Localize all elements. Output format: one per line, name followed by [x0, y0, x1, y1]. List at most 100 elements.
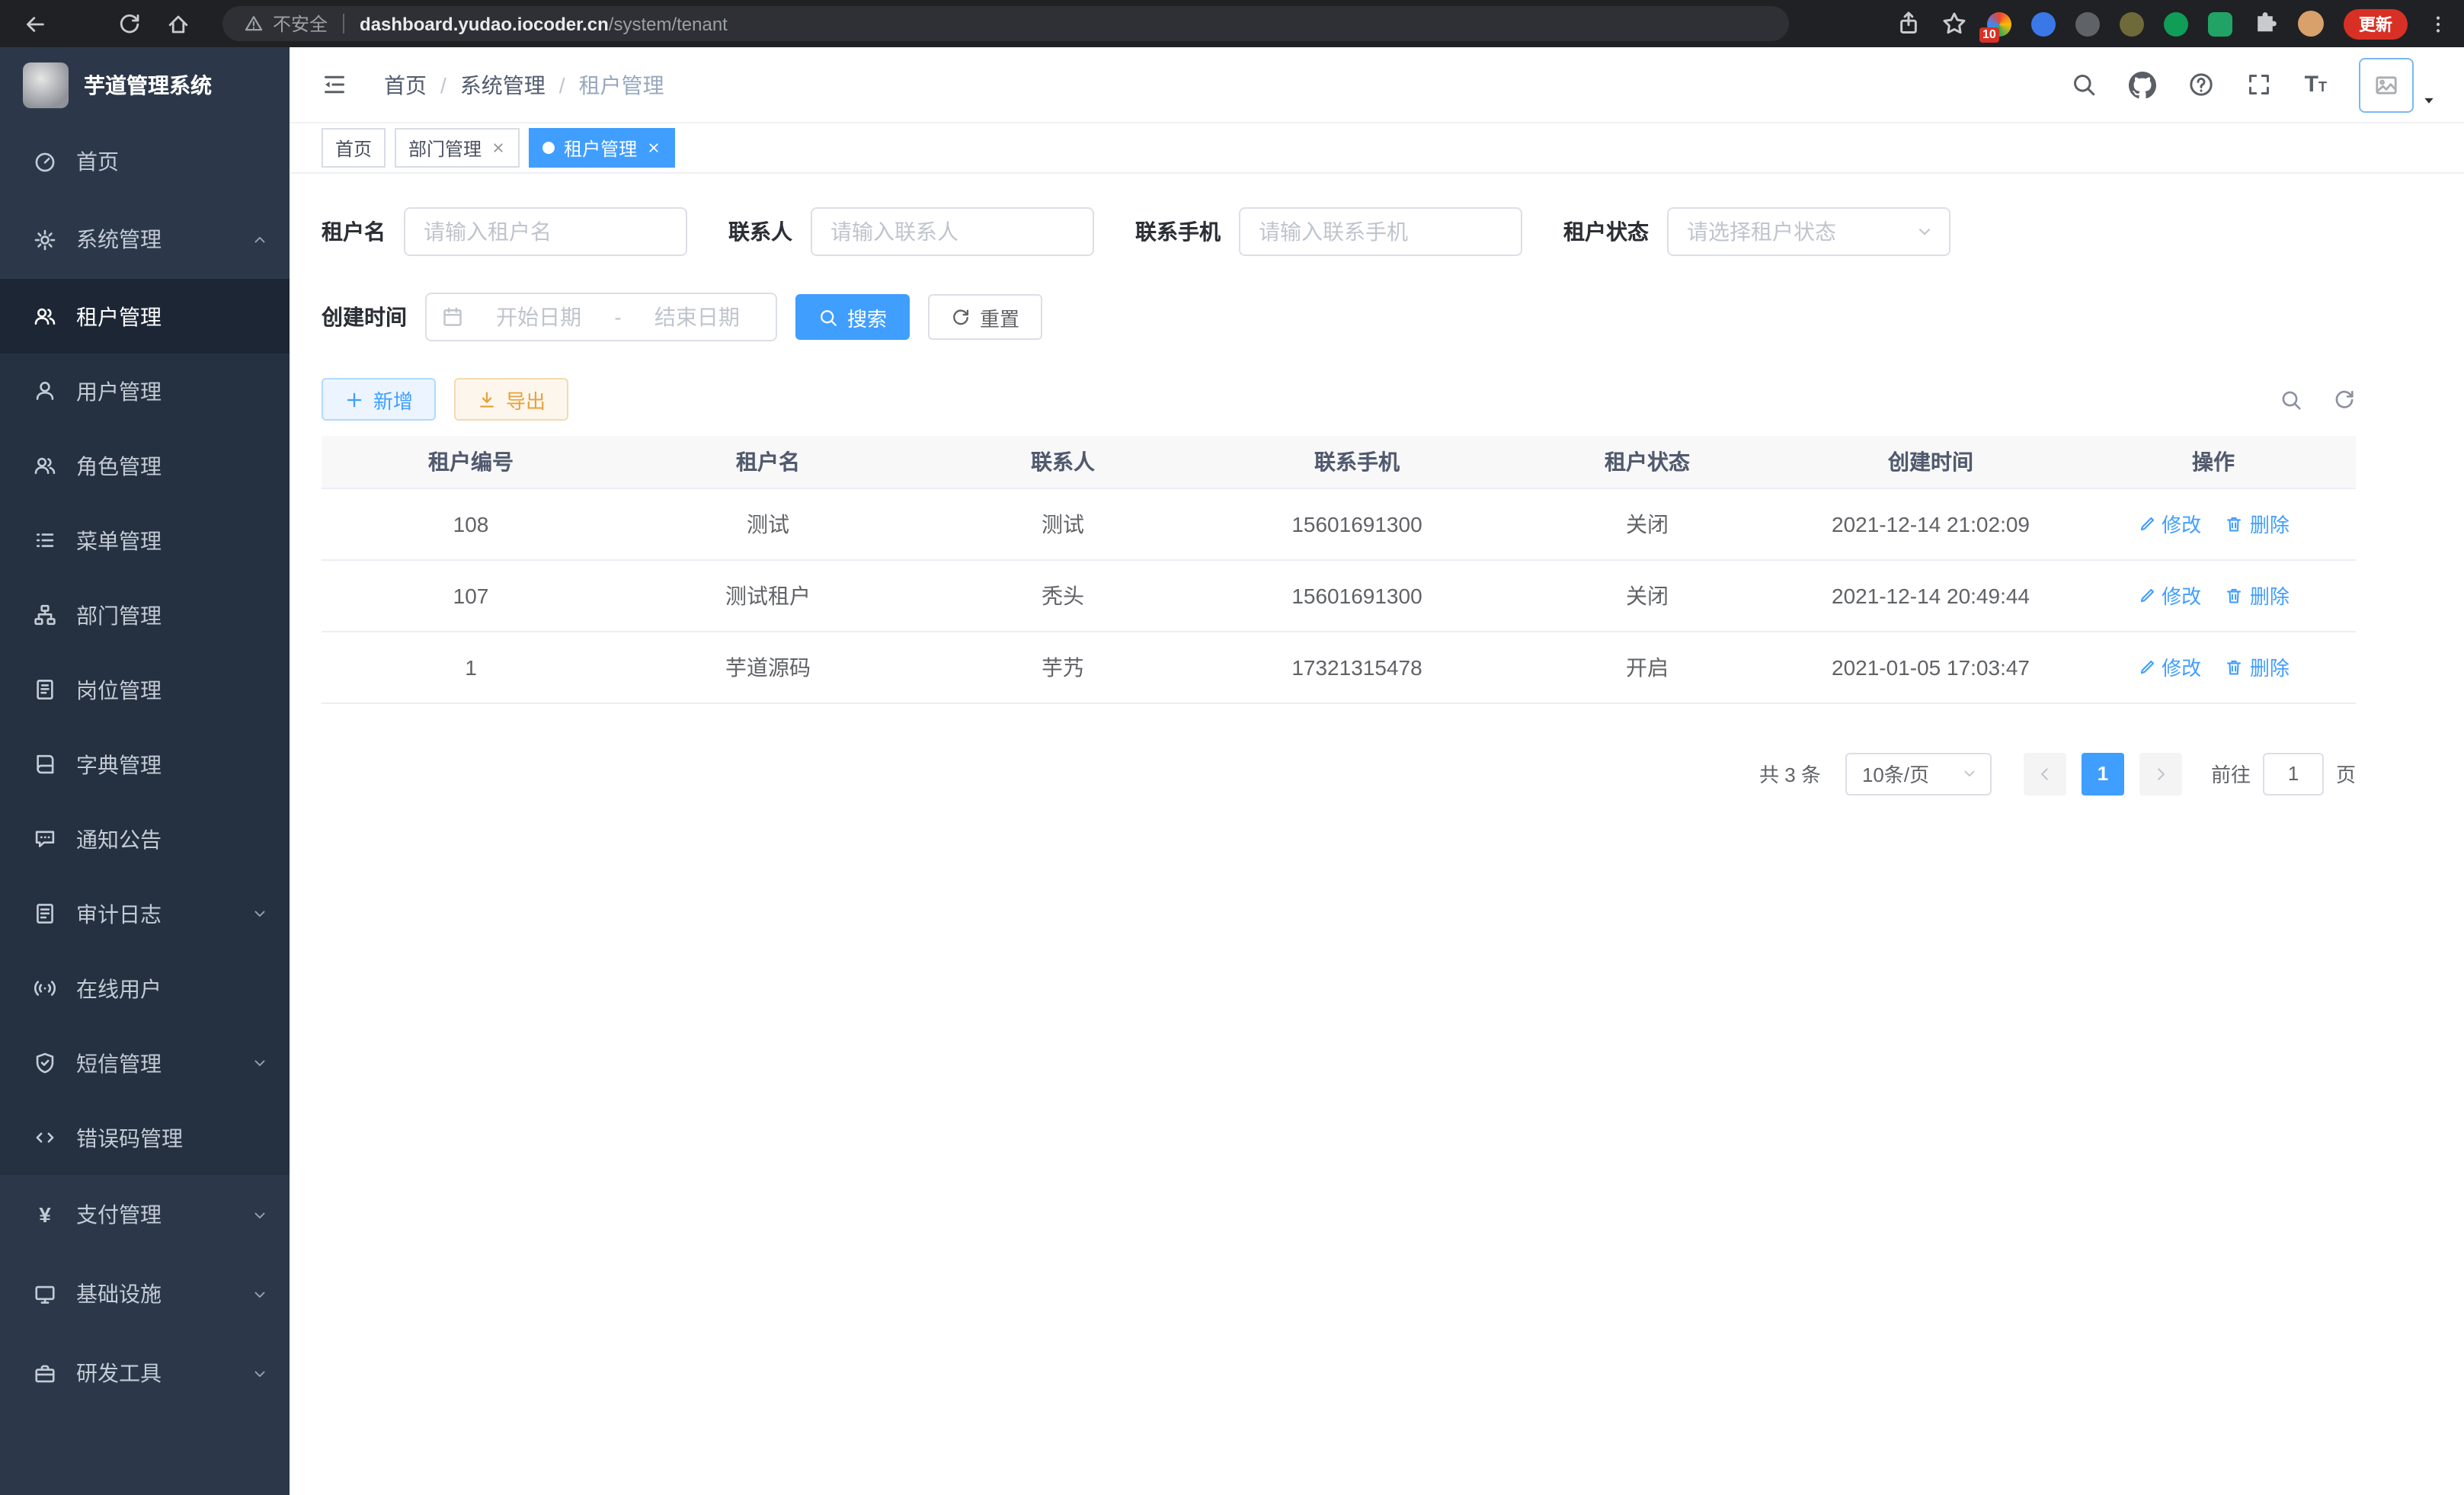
address-bar[interactable]: 不安全 dashboard.yudao.iocoder.cn /system/t… [222, 6, 1789, 41]
prev-page-button[interactable] [2024, 752, 2066, 795]
extension-blue-icon[interactable] [2031, 11, 2056, 36]
sidebar-item-menu[interactable]: 菜单管理 [0, 503, 290, 578]
sidebar-item-notice[interactable]: 通知公告 [0, 802, 290, 876]
edit-link[interactable]: 修改 [2137, 581, 2201, 610]
browser-chrome: 不安全 dashboard.yudao.iocoder.cn /system/t… [0, 0, 2464, 47]
status-select[interactable]: 请选择租户状态 [1667, 207, 1950, 256]
font-size-button[interactable]: T T [2305, 73, 2327, 96]
browser-home-button[interactable] [158, 4, 198, 43]
edit-icon [2137, 658, 2155, 676]
browser-menu-button[interactable] [2427, 13, 2449, 34]
extensions-menu-button[interactable] [2252, 11, 2278, 37]
status-text: 开启 [1504, 631, 1790, 703]
sidebar-section-infra[interactable]: 基础设施 [0, 1254, 290, 1333]
next-page-button[interactable] [2139, 752, 2182, 795]
sidebar-item-audit-log[interactable]: 审计日志 [0, 876, 290, 951]
extension-colorful-icon[interactable]: 10 [1987, 11, 2011, 36]
table-row: 108 测试 测试 15601691300 关闭 2021-12-14 21:0… [322, 488, 2356, 559]
date-start-placeholder: 开始日期 [475, 302, 602, 332]
delete-link[interactable]: 删除 [2226, 509, 2290, 538]
chevron-up-icon [251, 231, 268, 248]
browser-update-button[interactable]: 更新 [2344, 8, 2408, 39]
extension-dark-icon[interactable] [2075, 11, 2100, 36]
col-phone: 联系手机 [1210, 436, 1504, 488]
col-actions: 操作 [2071, 436, 2356, 488]
edit-link[interactable]: 修改 [2137, 652, 2201, 681]
calendar-icon [442, 306, 463, 328]
chevron-right-icon [2152, 764, 2170, 783]
page-number-button[interactable]: 1 [2082, 752, 2124, 795]
sidebar-item-role[interactable]: 角色管理 [0, 428, 290, 503]
user-menu[interactable] [2359, 57, 2437, 112]
sidebar-item-dept[interactable]: 部门管理 [0, 578, 290, 652]
sidebar-item-tenant[interactable]: 租户管理 [0, 279, 290, 354]
help-button[interactable] [2189, 72, 2215, 98]
add-button[interactable]: 新增 [322, 378, 436, 421]
refresh-icon [2333, 388, 2356, 411]
status-text: 关闭 [1504, 488, 1790, 559]
caret-down-icon [2421, 92, 2437, 107]
sidebar-section-payment[interactable]: ¥ 支付管理 [0, 1175, 290, 1254]
close-icon[interactable] [491, 140, 506, 155]
fullscreen-button[interactable] [2247, 72, 2273, 98]
goto-page-input[interactable] [2263, 752, 2324, 795]
tenant-name-input[interactable] [404, 207, 687, 256]
app-logo-row[interactable]: 芋道管理系统 [0, 47, 290, 123]
search-button[interactable]: 搜索 [795, 294, 910, 340]
tenant-table: 租户编号 租户名 联系人 联系手机 租户状态 创建时间 操作 1 [322, 436, 2356, 703]
tags-view-bar: 首页 部门管理 租户管理 [290, 123, 2464, 174]
date-range-picker[interactable]: 开始日期 - 结束日期 [425, 293, 777, 341]
url-divider [343, 14, 344, 34]
tab-home[interactable]: 首页 [322, 128, 386, 168]
close-icon[interactable] [646, 140, 661, 155]
phone-input[interactable] [1239, 207, 1522, 256]
tab-dept[interactable]: 部门管理 [395, 128, 520, 168]
reset-button[interactable]: 重置 [928, 294, 1042, 340]
sidebar-section-devtools[interactable]: 研发工具 [0, 1333, 290, 1413]
home-icon [166, 11, 190, 36]
star-icon [1941, 11, 1967, 37]
sidebar-item-user[interactable]: 用户管理 [0, 354, 290, 428]
tab-tenant[interactable]: 租户管理 [529, 128, 675, 168]
toggle-search-button[interactable] [2280, 388, 2302, 411]
sidebar-section-system[interactable]: 系统管理 [0, 200, 290, 279]
sidebar-item-error-code[interactable]: 错误码管理 [0, 1100, 290, 1175]
browser-back-button[interactable] [15, 4, 55, 43]
col-contact: 联系人 [916, 436, 1210, 488]
header-search-button[interactable] [2072, 72, 2098, 98]
page-size-select[interactable]: 10条/页 [1845, 752, 1992, 795]
browser-reload-button[interactable] [110, 4, 149, 43]
edit-link[interactable]: 修改 [2137, 509, 2201, 538]
extension-badge: 10 [1979, 27, 1999, 42]
extension-green-circle-icon[interactable] [2164, 11, 2188, 36]
sidebar-item-post[interactable]: 岗位管理 [0, 652, 290, 727]
refresh-table-button[interactable] [2333, 388, 2356, 411]
filter-row-1: 租户名 联系人 联系手机 租户状态 请选择租户状态 [322, 207, 2356, 256]
extension-olive-icon[interactable] [2120, 11, 2144, 36]
sidebar-item-online-user[interactable]: 在线用户 [0, 951, 290, 1026]
github-link[interactable] [2130, 71, 2157, 98]
github-icon [2130, 71, 2157, 98]
delete-link[interactable]: 删除 [2226, 581, 2290, 610]
sidebar-collapse-button[interactable] [317, 68, 350, 101]
share-button[interactable] [1896, 11, 1922, 37]
bookmark-button[interactable] [1941, 11, 1967, 37]
sidebar-item-dict[interactable]: 字典管理 [0, 727, 290, 802]
phone-label: 联系手机 [1135, 216, 1221, 247]
broken-image-icon [2374, 72, 2398, 97]
sidebar-item-sms[interactable]: 短信管理 [0, 1026, 290, 1100]
sidebar-item-home[interactable]: 首页 [0, 123, 290, 200]
delete-link[interactable]: 删除 [2226, 652, 2290, 681]
breadcrumb-system[interactable]: 系统管理 [460, 69, 546, 100]
app-logo [23, 62, 69, 108]
extension-green-square-icon[interactable] [2208, 11, 2232, 36]
browser-profile-avatar[interactable] [2298, 11, 2324, 37]
export-button[interactable]: 导出 [454, 378, 568, 421]
reload-icon [117, 11, 142, 36]
create-time-label: 创建时间 [322, 302, 407, 332]
insecure-warning-icon [244, 14, 264, 34]
signal-icon [34, 977, 56, 1000]
breadcrumb-home[interactable]: 首页 [384, 69, 427, 100]
contact-input[interactable] [811, 207, 1094, 256]
chevron-left-icon [2036, 764, 2054, 783]
